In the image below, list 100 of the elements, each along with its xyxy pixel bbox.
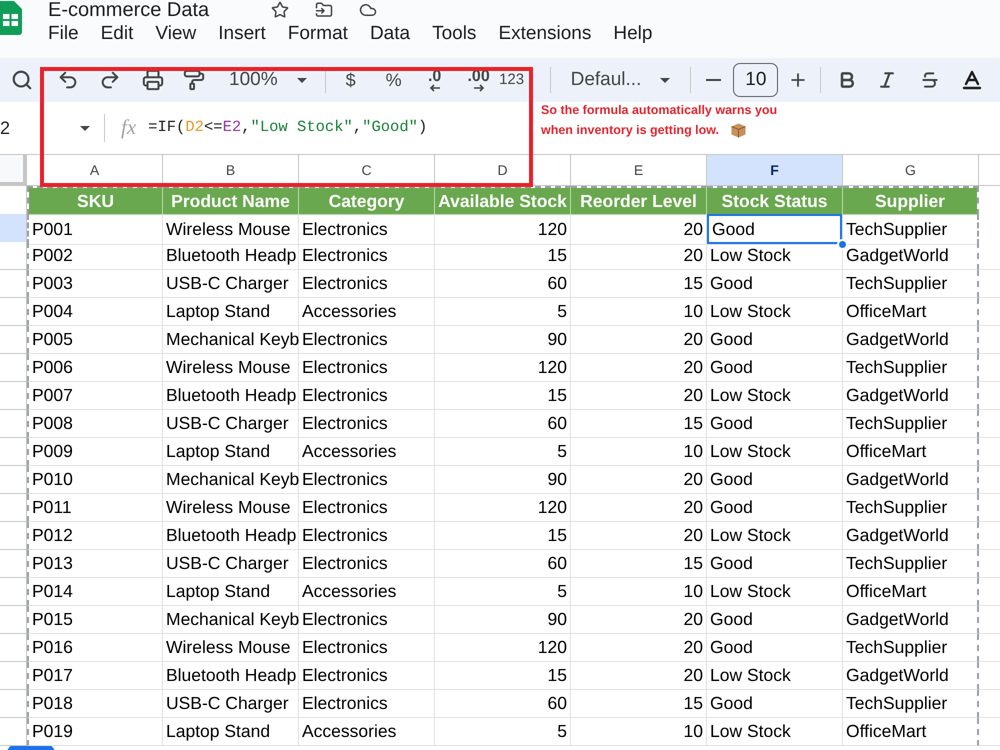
table-cell-text: Bluetooth Headp [165, 664, 298, 688]
row-header[interactable] [0, 270, 27, 298]
table-cell-text: Electronics [301, 218, 389, 241]
row-header[interactable] [0, 494, 27, 522]
menu-item[interactable]: Format [276, 21, 359, 47]
row-header[interactable] [0, 354, 27, 382]
table-cell-text: Electronics [301, 356, 389, 380]
menu-item[interactable]: Insert [207, 21, 277, 47]
menu-item[interactable]: Extensions [487, 21, 602, 47]
table-cell-text: P001 [31, 218, 74, 241]
name-box[interactable]: 2 [0, 112, 92, 144]
select-all-corner[interactable] [0, 155, 27, 186]
table-cell-text: Good [709, 552, 754, 576]
table-cell-text: GadgetWorld [845, 608, 950, 632]
row-header[interactable] [0, 298, 27, 326]
row-header[interactable] [0, 410, 27, 438]
header-cell: Stock Status [707, 188, 842, 214]
document-title[interactable]: E-commerce Data [48, 0, 210, 20]
row-header[interactable] [0, 606, 27, 634]
table-cell-text: 15 [546, 244, 568, 268]
formula-input[interactable]: =IF(D2<=E2,"Low Stock","Good") [148, 113, 428, 143]
table-cell-text: 5 [556, 300, 568, 324]
percent-format-button[interactable]: % [380, 64, 407, 96]
table-cell-text: P003 [31, 272, 74, 296]
menu-item[interactable]: Help [602, 21, 664, 47]
header-cell: Supplier [843, 188, 977, 214]
table-cell-text: TechSupplier [845, 356, 948, 380]
row-header[interactable] [0, 326, 27, 354]
menu-item[interactable]: View [144, 21, 208, 47]
row-header[interactable] [0, 550, 27, 578]
row-header[interactable] [0, 466, 27, 494]
cloud-icon[interactable] [359, 1, 378, 19]
table-cell-text: Good [709, 496, 754, 520]
header-cell: Category [299, 188, 434, 214]
caret-icon [80, 126, 90, 130]
header-cell: Product Name [163, 188, 298, 214]
row-header[interactable] [0, 438, 27, 466]
table-cell-text: Low Stock [709, 524, 792, 548]
table-cell-text: Accessories [301, 440, 398, 464]
star-icon[interactable] [271, 1, 290, 19]
undo-icon [57, 69, 79, 91]
header-cell: Reorder Level [571, 188, 706, 214]
zoom-dropdown[interactable]: 100% [222, 64, 315, 96]
row-header[interactable] [0, 578, 27, 606]
table-cell-text: Electronics [301, 272, 389, 296]
column-header[interactable]: G [843, 155, 979, 186]
printer-icon [142, 69, 164, 91]
caret-icon [296, 78, 307, 82]
table-cell-text: Wireless Mouse [165, 636, 292, 660]
table-cell-text: GadgetWorld [845, 384, 950, 408]
table-cell-text: P016 [31, 636, 74, 660]
table-cell-text: 15 [682, 412, 704, 436]
table-cell-text: 20 [682, 524, 704, 548]
table-cell-text: Electronics [301, 328, 389, 352]
arrow-right-icon [472, 84, 485, 92]
table-cell-text: 15 [682, 552, 704, 576]
row-header[interactable] [0, 662, 27, 690]
more-formats-button[interactable]: 123 [498, 64, 526, 96]
row-header[interactable] [0, 522, 27, 550]
table-cell-text: Accessories [301, 720, 398, 744]
table-cell-text: 20 [682, 496, 704, 520]
menu-item[interactable]: File [37, 21, 90, 47]
table-cell-text: Mechanical Keyb [165, 328, 298, 352]
row-header[interactable] [0, 634, 27, 662]
row-header[interactable] [0, 242, 27, 270]
table-cell-text: Low Stock [709, 664, 792, 688]
menu-item[interactable]: Data [358, 21, 422, 47]
table-cell-text: Good [709, 608, 754, 632]
table-cell-text: P018 [31, 692, 74, 716]
folder-icon[interactable] [315, 1, 334, 19]
table-cell-text: 15 [546, 664, 568, 688]
fill-handle[interactable] [837, 239, 848, 250]
table-cell-text: P005 [31, 328, 74, 352]
column-header[interactable]: F [707, 155, 843, 186]
table-cell-text: GadgetWorld [845, 244, 950, 268]
table-cell-text: P006 [31, 356, 74, 380]
table-cell-text: 15 [682, 272, 704, 296]
spreadsheet-logo[interactable] [0, 1, 22, 35]
menu-item[interactable]: Edit [90, 21, 144, 47]
font-size-field[interactable]: 10 [733, 63, 778, 97]
column-header[interactable]: E [571, 155, 707, 186]
table-cell-text: Laptop Stand [165, 440, 272, 464]
table-cell-text: USB-C Charger [165, 552, 290, 576]
row-header[interactable] [0, 690, 27, 718]
currency-format-button[interactable]: $ [338, 64, 363, 96]
table-cell-text: 90 [546, 328, 568, 352]
table-cell-text: 10 [682, 720, 704, 744]
row-header[interactable] [0, 382, 27, 410]
table-cell-text: 10 [682, 580, 704, 604]
table-cell-text: Electronics [301, 244, 389, 268]
table-cell-text: 5 [556, 580, 568, 604]
header-cell: Available Stock [435, 188, 570, 214]
caret-icon [660, 78, 670, 82]
minus-icon [706, 79, 721, 81]
table-cell-text: Accessories [301, 580, 398, 604]
font-dropdown[interactable]: Defaul... [564, 64, 678, 96]
table-cell-text: Good [709, 412, 754, 436]
menu-item[interactable]: Tools [421, 21, 488, 47]
table-cell-text: Electronics [301, 608, 389, 632]
table-cell-text: 20 [682, 468, 704, 492]
